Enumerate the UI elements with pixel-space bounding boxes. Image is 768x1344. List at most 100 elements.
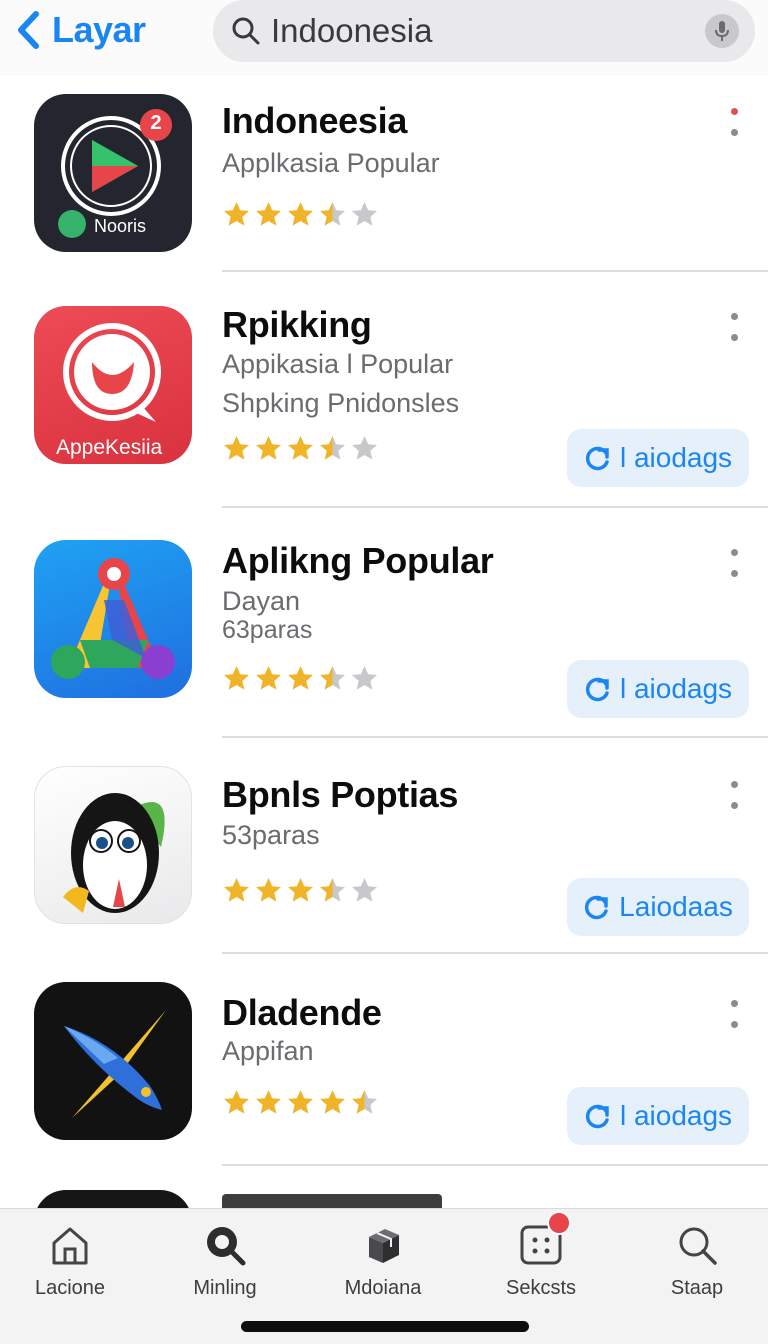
more-options-button[interactable] [724, 779, 744, 811]
star-icon [320, 1090, 345, 1114]
more-options-button[interactable] [724, 998, 744, 1030]
download-label: l aiodags [619, 1100, 733, 1131]
star-icon [288, 436, 313, 460]
tab-minling[interactable]: Minling [160, 1223, 290, 1303]
home-icon [52, 1227, 88, 1265]
star-icon [224, 878, 249, 902]
star-icon [288, 202, 313, 226]
app-subtitle: Appifan [222, 1036, 314, 1066]
app-icon-label: Nooris [94, 216, 147, 236]
app-title: Rpikking [222, 304, 372, 345]
star-icon [352, 666, 377, 690]
app-title: Bpnls Poptias [222, 774, 459, 815]
star-icon [320, 202, 345, 226]
apps-grid-icon-wrap [519, 1211, 571, 1267]
app-subtitle-secondary: Shpking Pnidonsles [222, 388, 460, 418]
star-rating [222, 200, 379, 229]
tab-staap[interactable]: Staap [632, 1223, 762, 1303]
refresh-icon [585, 677, 609, 702]
download-button[interactable]: l aiodags [567, 429, 749, 487]
download-label: l aiodags [619, 673, 733, 704]
app-title: Indoneesia [222, 100, 408, 141]
star-icon [256, 1090, 281, 1114]
divider [222, 1164, 768, 1166]
tab-label: Lacione [34, 1277, 106, 1299]
app-title-placeholder [222, 1194, 442, 1208]
app-icon [34, 1190, 192, 1208]
app-title: Dladende [222, 992, 382, 1033]
search-magnifier-icon [207, 1227, 246, 1266]
back-button[interactable]: Layar [14, 8, 146, 52]
search-bar[interactable] [213, 0, 755, 62]
top-bar: Layar [0, 0, 768, 76]
app-subtitle: Appikasia l Popular [222, 349, 454, 379]
tab-label: Staap [670, 1277, 724, 1299]
tab-sekcsts[interactable]: Sekcsts [476, 1211, 606, 1303]
download-label: l aiodags [619, 442, 733, 473]
app-icon [34, 982, 192, 1140]
star-icon [320, 878, 345, 902]
list-item[interactable] [0, 1180, 768, 1208]
star-icon [352, 1090, 377, 1114]
app-subtitle: Applkasia Popular [222, 148, 440, 178]
search-icon [679, 1227, 717, 1265]
star-icon [224, 666, 249, 690]
app-icon: AppeKesiia [34, 306, 192, 464]
more-options-button[interactable] [724, 106, 744, 138]
tab-label: Mdoiana [344, 1277, 422, 1299]
tab-label: Minling [193, 1277, 257, 1299]
star-icon [224, 1090, 249, 1114]
chevron-left-icon [18, 11, 39, 49]
tab-label: Sekcsts [505, 1277, 577, 1299]
tab-lacione[interactable]: Lacione [5, 1223, 135, 1303]
search-input[interactable] [271, 12, 705, 50]
star-icon [288, 878, 313, 902]
back-label: Layar [52, 9, 146, 50]
star-icon [352, 436, 377, 460]
search-icon [232, 17, 260, 45]
app-icon [34, 540, 192, 698]
home-indicator [241, 1321, 529, 1332]
divider [222, 736, 768, 738]
app-icon: 2 Nooris [34, 94, 192, 252]
star-icon [288, 666, 313, 690]
microphone-icon [715, 21, 729, 41]
app-subtitle: 53paras [222, 820, 320, 850]
star-rating [222, 434, 379, 463]
refresh-icon [585, 1104, 609, 1129]
star-icon [352, 202, 377, 226]
download-button[interactable]: l aiodags [567, 660, 749, 718]
star-icon [224, 202, 249, 226]
star-icon [256, 436, 281, 460]
notification-badge [547, 1211, 571, 1235]
app-subtitle-secondary: 63paras [222, 616, 313, 644]
app-icon-badge: 2 [150, 112, 162, 134]
star-rating [222, 664, 379, 693]
app-icon-label: AppeKesiia [56, 436, 163, 459]
app-icon [34, 766, 192, 924]
download-button[interactable]: Laiodaas [567, 878, 749, 936]
box-icon [369, 1229, 399, 1263]
download-button[interactable]: l aiodags [567, 1087, 749, 1145]
star-rating [222, 1088, 379, 1117]
divider [222, 952, 768, 954]
star-icon [256, 878, 281, 902]
refresh-icon [585, 446, 609, 471]
tab-mdoiana[interactable]: Mdoiana [318, 1223, 448, 1303]
app-title: Aplikng Popular [222, 540, 494, 581]
star-rating [222, 876, 379, 905]
star-icon [288, 1090, 313, 1114]
star-icon [224, 436, 249, 460]
star-icon [320, 666, 345, 690]
more-options-button[interactable] [724, 547, 744, 579]
divider [222, 506, 768, 508]
star-icon [320, 436, 345, 460]
star-icon [256, 666, 281, 690]
app-subtitle: Dayan [222, 586, 301, 616]
refresh-icon [585, 895, 608, 920]
divider [222, 270, 768, 272]
microphone-button[interactable] [705, 14, 739, 48]
star-icon [352, 878, 377, 902]
more-options-button[interactable] [724, 311, 744, 343]
star-icon [256, 202, 281, 226]
